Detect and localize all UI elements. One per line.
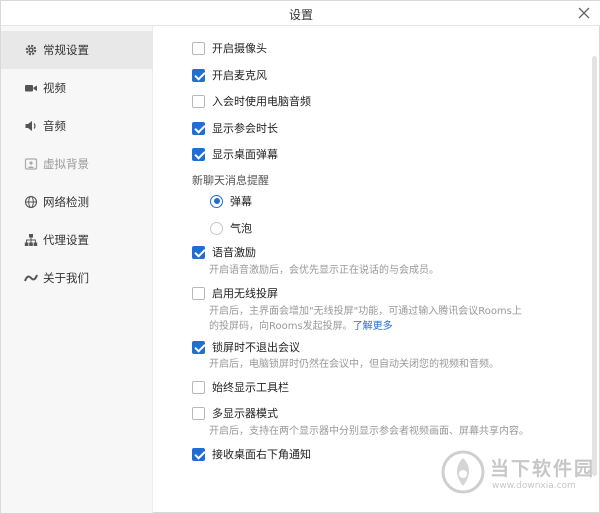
image-icon: [24, 157, 38, 171]
sidebar-item-general[interactable]: 常规设置: [1, 31, 153, 69]
open-mic-label: 开启麦克风: [212, 69, 267, 82]
lock-no-exit-label: 锁屏时不退出会议: [212, 341, 300, 354]
camera-icon: [24, 81, 38, 95]
title-bar: 设置: [1, 1, 600, 26]
multi-display-checkbox[interactable]: [192, 406, 205, 420]
wireless-projection-checkbox[interactable]: [192, 286, 205, 300]
site-watermark: 当下软件园 www.downxia.com: [437, 441, 597, 501]
always-toolbar-checkbox[interactable]: [192, 380, 205, 394]
desktop-barrage-label: 显示桌面弹幕: [212, 148, 278, 161]
sidebar-item-proxy[interactable]: 代理设置: [1, 221, 153, 259]
open-mic-checkbox[interactable]: [192, 68, 205, 82]
wireless-projection-desc-line1: 开启后，主界面会增加"无线投屏"功能，可通过输入腾讯会议Rooms上: [209, 306, 522, 317]
multi-display-label: 多显示器模式: [212, 407, 278, 420]
bottom-right-notify-checkbox[interactable]: [192, 447, 205, 461]
barrage-radio-label: 弹幕: [230, 195, 252, 208]
globe-icon: [24, 195, 38, 209]
bottom-right-notify-label: 接收桌面右下角通知: [212, 448, 311, 461]
chat-reminder-heading: 新聊天消息提醒: [192, 174, 269, 187]
wireless-projection-desc-line2: 的投屏码，向Rooms发起投屏。了解更多: [209, 319, 522, 334]
open-mic-option[interactable]: 开启麦克风: [192, 67, 267, 83]
sidebar-item-label: 常规设置: [43, 43, 89, 57]
show-duration-label: 显示参会时长: [212, 122, 278, 135]
lock-no-exit-option[interactable]: 锁屏时不退出会议: [192, 339, 300, 355]
learn-more-link[interactable]: 了解更多: [353, 321, 393, 332]
voice-motivation-label: 语音激励: [212, 246, 256, 259]
open-camera-checkbox[interactable]: [192, 41, 205, 55]
window-title: 设置: [288, 8, 313, 22]
show-duration-option[interactable]: 显示参会时长: [192, 120, 278, 136]
chat-reminder-barrage-option[interactable]: 弹幕: [210, 193, 252, 209]
sidebar-item-label: 关于我们: [43, 271, 89, 285]
watermark-brand: 当下软件园: [490, 458, 596, 480]
gear-icon: [24, 43, 38, 57]
sidebar-item-audio[interactable]: 音频: [1, 107, 153, 145]
sidebar: 常规设置 视频 音频 虚拟背景 网络检测 代理设置 关于我们: [1, 26, 153, 513]
close-button[interactable]: [575, 4, 593, 22]
close-icon: [578, 7, 590, 19]
always-toolbar-option[interactable]: 始终显示工具栏: [192, 379, 289, 395]
watermark-logo-icon: [441, 450, 485, 494]
sidebar-item-video[interactable]: 视频: [1, 69, 153, 107]
wireless-projection-label: 启用无线投屏: [212, 287, 278, 300]
wireless-projection-desc-line2-text: 的投屏码，向Rooms发起投屏。: [209, 321, 353, 332]
voice-motivation-checkbox[interactable]: [192, 245, 205, 259]
sidebar-item-label: 视频: [43, 81, 66, 95]
chat-reminder-bubble-option[interactable]: 气泡: [210, 220, 252, 236]
network-icon: [24, 233, 38, 247]
desktop-barrage-checkbox[interactable]: [192, 147, 205, 161]
wireless-projection-description: 开启后，主界面会增加"无线投屏"功能，可通过输入腾讯会议Rooms上 的投屏码，…: [209, 304, 522, 334]
show-duration-checkbox[interactable]: [192, 121, 205, 135]
pc-audio-label: 入会时使用电脑音频: [212, 95, 311, 108]
voice-motivation-description: 开启语音激励后，会优先显示正在说话的与会成员。: [209, 265, 439, 276]
wireless-projection-option[interactable]: 启用无线投屏: [192, 285, 278, 301]
bubble-radio[interactable]: [210, 221, 223, 235]
sidebar-item-label: 音频: [43, 119, 66, 133]
logo-icon: [24, 271, 38, 285]
open-camera-option[interactable]: 开启摄像头: [192, 40, 267, 56]
sidebar-item-label: 代理设置: [43, 233, 89, 247]
sidebar-item-virtual-background[interactable]: 虚拟背景: [1, 145, 153, 183]
sidebar-item-label: 网络检测: [43, 195, 89, 209]
multi-display-description: 开启后，支持在两个显示器中分别显示参会者视频画面、屏幕共享内容。: [209, 426, 529, 437]
sidebar-item-label: 虚拟背景: [43, 157, 89, 171]
lock-no-exit-checkbox[interactable]: [192, 340, 205, 354]
content-scrollbar[interactable]: [592, 56, 597, 476]
multi-display-option[interactable]: 多显示器模式: [192, 405, 278, 421]
bubble-radio-label: 气泡: [230, 222, 252, 235]
settings-content: 开启摄像头 开启麦克风 入会时使用电脑音频 显示参会时长 显示桌面弹幕 新聊天消…: [154, 26, 599, 513]
watermark-url: www.downxia.com: [492, 481, 576, 491]
sidebar-item-network-check[interactable]: 网络检测: [1, 183, 153, 221]
open-camera-label: 开启摄像头: [212, 42, 267, 55]
bottom-right-notify-option[interactable]: 接收桌面右下角通知: [192, 446, 311, 462]
sidebar-item-about[interactable]: 关于我们: [1, 259, 153, 297]
speaker-icon: [24, 119, 38, 133]
barrage-radio[interactable]: [210, 194, 223, 208]
pc-audio-option[interactable]: 入会时使用电脑音频: [192, 93, 311, 109]
settings-window: 设置 常规设置 视频 音频 虚拟背景 网络检测 代理设置 关于我们 开启摄像头 …: [0, 0, 600, 513]
voice-motivation-option[interactable]: 语音激励: [192, 244, 256, 260]
always-toolbar-label: 始终显示工具栏: [212, 381, 289, 394]
desktop-barrage-option[interactable]: 显示桌面弹幕: [192, 146, 278, 162]
lock-no-exit-description: 开启后，电脑锁屏时仍然在会议中，但自动关闭您的视频和音频。: [209, 359, 499, 370]
pc-audio-checkbox[interactable]: [192, 94, 205, 108]
